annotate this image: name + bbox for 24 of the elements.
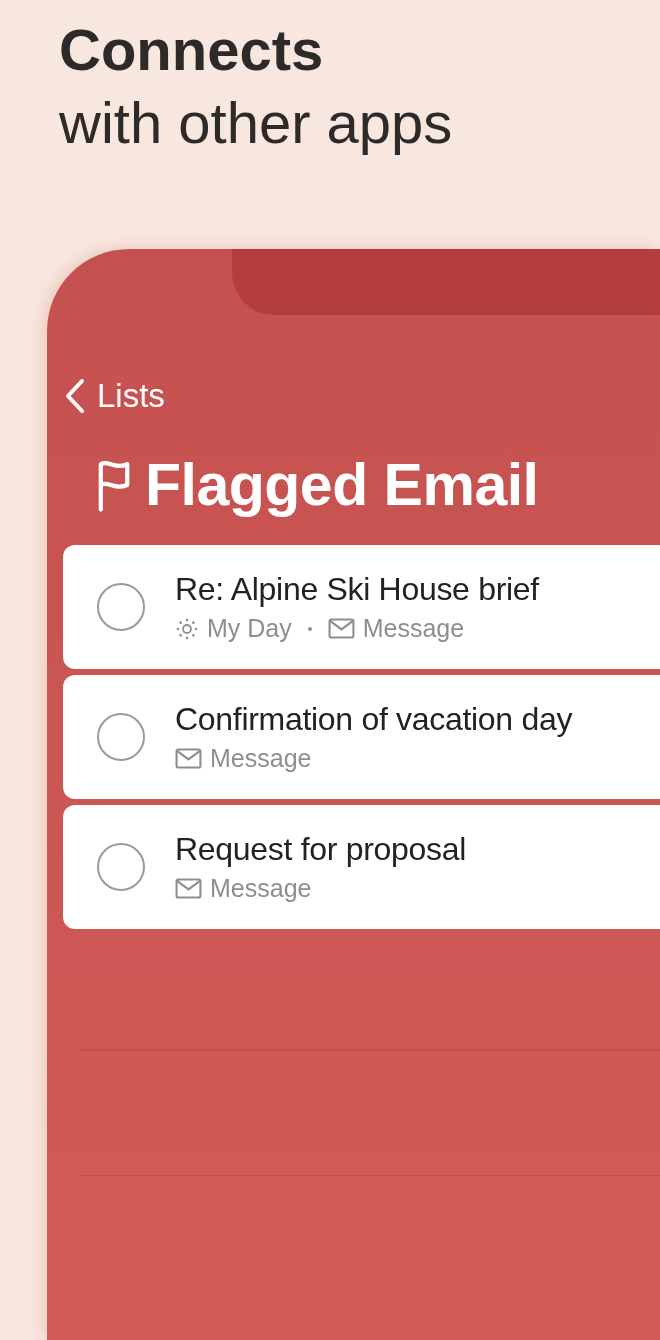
task-card[interactable]: Request for proposal Message <box>63 805 660 929</box>
complete-checkbox[interactable] <box>97 583 145 631</box>
flag-icon <box>97 458 131 512</box>
tag-label: Message <box>210 744 312 773</box>
tag-label: My Day <box>207 614 292 643</box>
subheadline: with other apps <box>59 89 454 157</box>
complete-checkbox[interactable] <box>97 713 145 761</box>
tag-label: Message <box>210 874 312 903</box>
envelope-icon <box>175 748 202 769</box>
envelope-icon <box>327 618 355 639</box>
complete-checkbox[interactable] <box>97 843 145 891</box>
headline: Connects <box>59 16 324 84</box>
tag-label: Message <box>362 614 465 643</box>
sun-icon <box>175 616 199 641</box>
task-card[interactable]: Confirmation of vacation day Message <box>63 675 660 799</box>
task-title: Request for proposal <box>175 831 467 868</box>
list-title: Flagged Email <box>145 451 539 519</box>
chevron-left-icon <box>65 378 85 414</box>
envelope-icon <box>175 878 202 899</box>
task-title: Confirmation of vacation day <box>175 701 573 738</box>
task-card[interactable]: Re: Alpine Ski House brief My Day Message <box>63 545 660 669</box>
separator-dot <box>307 626 312 631</box>
back-link[interactable]: Lists <box>65 377 165 415</box>
task-title: Re: Alpine Ski House brief <box>175 571 539 608</box>
